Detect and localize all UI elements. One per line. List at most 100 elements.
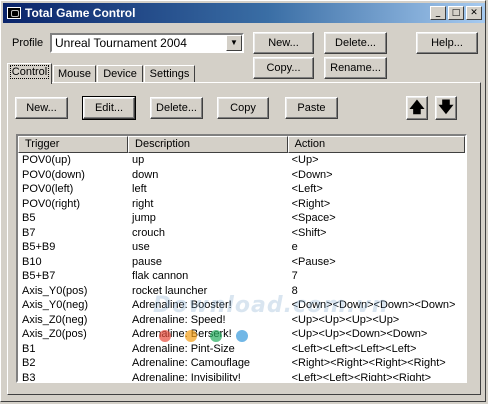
profile-new-button[interactable]: New...	[253, 32, 314, 54]
cell-action: <Right>	[291, 197, 331, 210]
table-row[interactable]: Axis_Y0(neg) Adrenaline: Booster! <Down><D…	[18, 298, 465, 313]
new-binding-button[interactable]: New...	[15, 97, 68, 119]
cell-trigger: B5+B9	[22, 241, 56, 253]
cell-action: <Up><Up><Down><Down>	[291, 328, 428, 340]
table-row[interactable]: B5+B7 flak cannon 7	[18, 269, 465, 284]
profile-copy-button[interactable]: Copy...	[253, 57, 314, 79]
table-row[interactable]: B2 Adrenaline: Camouflage <Right><Right><R…	[18, 356, 465, 371]
move-down-button[interactable]: 🡇	[435, 96, 457, 120]
help-button[interactable]: Help...	[416, 32, 478, 54]
chevron-down-icon[interactable]: ▼	[226, 35, 242, 51]
list-body: POV0(up) up <Up> POV0(down) down <Down> POV0(l…	[18, 153, 465, 383]
cell-trigger: B7	[22, 226, 36, 239]
table-row[interactable]: POV0(down) down <Down>	[18, 168, 465, 183]
cell-action: <Up>	[291, 154, 319, 166]
cell-description: Adrenaline: Berserk!	[132, 328, 232, 340]
tab-control-label: Control	[9, 65, 50, 79]
table-row[interactable]: Axis_Z0(neg) Adrenaline: Speed! <Up><Up><U…	[18, 313, 465, 328]
table-row[interactable]: B10 pause <Pause>	[18, 255, 465, 270]
gamepad-icon	[7, 7, 21, 19]
cell-description: Adrenaline: Invisibility!	[132, 371, 241, 383]
table-row[interactable]: Axis_Z0(pos) Adrenaline: Berserk! <Up><Up>…	[18, 327, 465, 342]
cell-trigger: POV0(down)	[22, 168, 85, 181]
window-title: Total Game Control	[25, 6, 136, 20]
column-header-trigger[interactable]: Trigger	[18, 136, 129, 153]
cell-description: left	[132, 183, 147, 195]
table-row[interactable]: B1 Adrenaline: Pint-Size <Left><Left><Left…	[18, 342, 465, 357]
maximize-button[interactable]: □	[448, 6, 464, 20]
cell-trigger: B3	[22, 371, 36, 383]
cell-trigger: POV0(left)	[22, 183, 74, 195]
delete-binding-button[interactable]: Delete...	[150, 97, 203, 119]
cell-description: pause	[132, 255, 163, 268]
cell-trigger: POV0(up)	[22, 154, 71, 166]
table-row[interactable]: Axis_Y0(pos) rocket launcher 8	[18, 284, 465, 299]
list-header: Trigger Description Action	[18, 136, 465, 153]
tab-mouse[interactable]: Mouse	[53, 65, 96, 83]
cell-action: <Down>	[291, 168, 333, 181]
minimize-button[interactable]: _	[430, 6, 446, 20]
cell-action: <Left>	[291, 183, 323, 195]
cell-trigger: POV0(right)	[22, 197, 81, 210]
cell-action: <Up><Up><Up><Up>	[291, 313, 400, 326]
table-row[interactable]: B5+B9 use e	[18, 240, 465, 255]
tab-settings[interactable]: Settings	[144, 65, 195, 83]
cell-description: Adrenaline: Pint-Size	[132, 342, 235, 355]
profile-label: Profile	[12, 37, 44, 49]
profile-rename-button[interactable]: Rename...	[324, 57, 387, 79]
cell-description: Adrenaline: Booster!	[132, 299, 232, 311]
profile-delete-button[interactable]: Delete...	[324, 32, 387, 54]
cell-trigger: Axis_Z0(neg)	[22, 313, 88, 326]
table-row[interactable]: POV0(up) up <Up>	[18, 153, 465, 168]
cell-trigger: Axis_Z0(pos)	[22, 328, 87, 340]
table-row[interactable]: POV0(left) left <Left>	[18, 182, 465, 197]
cell-trigger: Axis_Y0(neg)	[22, 299, 89, 311]
profile-select[interactable]: Unreal Tournament 2004 ▼	[50, 33, 244, 53]
cell-trigger: B5	[22, 212, 36, 224]
cell-description: jump	[132, 212, 156, 224]
cell-description: right	[132, 197, 154, 210]
table-row[interactable]: B3 Adrenaline: Invisibility! <Left><Left><…	[18, 371, 465, 383]
table-row[interactable]: B5 jump <Space>	[18, 211, 465, 226]
edit-binding-button[interactable]: Edit...	[82, 96, 136, 120]
cell-action: 7	[291, 270, 298, 282]
title-bar[interactable]: Total Game Control _ □ ✕	[3, 3, 485, 23]
cell-trigger: B5+B7	[22, 270, 56, 282]
cell-trigger: Axis_Y0(pos)	[22, 284, 88, 297]
arrow-down-icon: 🡇	[438, 98, 454, 116]
column-header-description[interactable]: Description	[128, 136, 288, 153]
table-row[interactable]: POV0(right) right <Right>	[18, 197, 465, 212]
cell-description: flak cannon	[132, 270, 189, 282]
cell-action: <Right><Right><Right><Right>	[291, 357, 446, 369]
cell-action: <Left><Left><Left><Left>	[291, 342, 417, 355]
cell-description: Adrenaline: Camouflage	[132, 357, 251, 369]
close-button[interactable]: ✕	[466, 6, 482, 20]
profile-select-value: Unreal Tournament 2004	[55, 36, 187, 50]
cell-action: <Left><Left><Right><Right>	[291, 371, 432, 383]
paste-binding-button[interactable]: Paste	[285, 97, 338, 119]
cell-description: Adrenaline: Speed!	[132, 313, 226, 326]
cell-description: crouch	[132, 226, 166, 239]
cell-action: <Down><Down><Down><Down>	[291, 299, 456, 311]
cell-description: use	[132, 241, 150, 253]
cell-trigger: B1	[22, 342, 36, 355]
cell-action: <Space>	[291, 212, 336, 224]
cell-description: down	[132, 168, 159, 181]
bindings-list[interactable]: Trigger Description Action POV0(up) up <Up…	[16, 134, 467, 383]
cell-trigger: B10	[22, 255, 42, 268]
column-header-action[interactable]: Action	[287, 136, 465, 153]
table-row[interactable]: B7 crouch <Shift>	[18, 226, 465, 241]
cell-action: e	[291, 241, 298, 253]
cell-action: <Shift>	[291, 226, 327, 239]
move-up-button[interactable]: 🡅	[406, 96, 428, 120]
arrow-up-icon: 🡅	[409, 98, 425, 116]
main-window: Total Game Control _ □ ✕ Profile Unreal …	[0, 0, 486, 402]
window-controls: _ □ ✕	[428, 6, 482, 20]
tab-device[interactable]: Device	[97, 65, 143, 83]
copy-binding-button[interactable]: Copy	[217, 97, 269, 119]
cell-description: up	[132, 154, 145, 166]
cell-description: rocket launcher	[132, 284, 208, 297]
cell-action: <Pause>	[291, 255, 336, 268]
cell-action: 8	[291, 284, 298, 297]
tab-control[interactable]: Control	[7, 63, 52, 84]
